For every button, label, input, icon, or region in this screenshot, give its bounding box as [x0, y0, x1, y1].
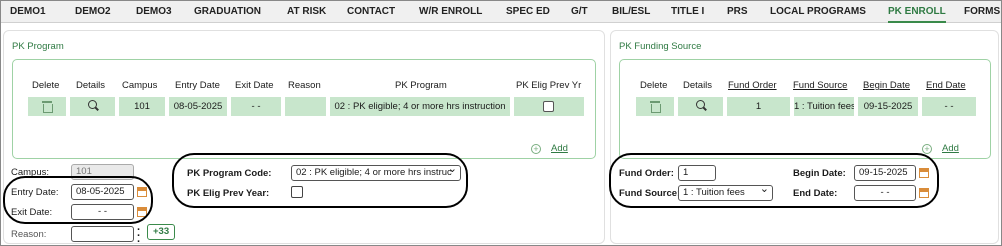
- reason-cell: [285, 97, 326, 116]
- col-fund-order[interactable]: Fund Order: [728, 80, 777, 91]
- tab-demo1[interactable]: DEMO1: [10, 1, 46, 23]
- more-options-icon[interactable]: · · ·: [137, 225, 141, 246]
- reason-label: Reason:: [11, 229, 47, 240]
- tab-gt[interactable]: G/T: [571, 1, 588, 23]
- add-program-link[interactable]: Add: [551, 143, 568, 154]
- col-begin-date[interactable]: Begin Date: [863, 80, 910, 91]
- col-pk-program: PK Program: [395, 80, 447, 91]
- tab-spec-ed[interactable]: SPEC ED: [506, 1, 550, 23]
- col-reason: Reason: [288, 80, 321, 91]
- add-circle-icon[interactable]: +: [531, 144, 541, 154]
- tab-graduation[interactable]: GRADUATION: [194, 1, 261, 23]
- tab-demo2[interactable]: DEMO2: [75, 1, 111, 23]
- col-details: Details: [683, 80, 713, 91]
- col-entry-date: Entry Date: [175, 80, 220, 91]
- reason-more-badge[interactable]: +33: [147, 224, 176, 240]
- tab-prs[interactable]: PRS: [727, 1, 748, 23]
- pk-program-grid: Delete Details Campus Entry Date Exit Da…: [12, 59, 596, 159]
- tab-local-programs[interactable]: LOCAL PROGRAMS: [770, 1, 866, 23]
- begin-date-cell: 09-15-2025: [858, 97, 918, 116]
- tab-bar: DEMO1 DEMO2 DEMO3 GRADUATION AT RISK CON…: [1, 1, 1001, 23]
- fund-order-cell: 1: [727, 97, 790, 116]
- col-details: Details: [76, 80, 106, 91]
- pk-elig-prev-yr-cell: [514, 97, 584, 116]
- campus-cell: 101: [119, 97, 165, 116]
- col-campus: Campus: [122, 80, 158, 91]
- tab-bil-esl[interactable]: BIL/ESL: [612, 1, 650, 23]
- magnifier-icon[interactable]: [695, 100, 705, 109]
- delete-cell[interactable]: [636, 97, 674, 116]
- col-delete: Delete: [640, 80, 668, 91]
- highlight-oval-program: [172, 153, 468, 208]
- col-end-date[interactable]: End Date: [926, 80, 966, 91]
- highlight-oval-funding: [609, 153, 939, 208]
- details-cell[interactable]: [678, 97, 723, 116]
- tab-at-risk[interactable]: AT RISK: [287, 1, 326, 23]
- tab-forms[interactable]: FORMS: [964, 1, 1000, 23]
- magnifier-icon[interactable]: [87, 100, 97, 109]
- pk-funding-title: PK Funding Source: [619, 41, 702, 52]
- col-delete: Delete: [32, 80, 60, 91]
- tab-title-i[interactable]: TITLE I: [671, 1, 704, 23]
- tab-wr-enroll[interactable]: W/R ENROLL: [419, 1, 482, 23]
- exit-date-cell: - -: [231, 97, 281, 116]
- highlight-oval-dates: [3, 176, 153, 224]
- add-circle-icon[interactable]: +: [922, 144, 932, 154]
- trash-icon[interactable]: [42, 101, 53, 113]
- tab-contact[interactable]: CONTACT: [347, 1, 395, 23]
- tab-demo3[interactable]: DEMO3: [136, 1, 172, 23]
- pk-elig-prev-yr-checkbox[interactable]: [543, 101, 554, 112]
- trash-icon[interactable]: [650, 101, 661, 113]
- entry-date-cell: 08-05-2025: [169, 97, 227, 116]
- end-date-cell: - -: [922, 97, 976, 116]
- pk-funding-panel: PK Funding Source Delete Details Fund Or…: [610, 30, 999, 244]
- pk-program-title: PK Program: [12, 41, 64, 52]
- details-cell[interactable]: [70, 97, 115, 116]
- reason-field[interactable]: [71, 226, 134, 242]
- col-fund-source[interactable]: Fund Source: [793, 80, 847, 91]
- add-funding-link[interactable]: Add: [942, 143, 959, 154]
- pk-program-cell: 02 : PK eligible; 4 or more hrs instruct…: [330, 97, 510, 116]
- fund-source-cell: 1 : Tuition fees: [794, 97, 854, 116]
- col-exit-date: Exit Date: [235, 80, 274, 91]
- tab-pk-enroll[interactable]: PK ENROLL: [888, 1, 946, 23]
- delete-cell[interactable]: [28, 97, 66, 116]
- pk-funding-grid: Delete Details Fund Order Fund Source Be…: [619, 59, 991, 159]
- col-pk-elig-prev-yr: PK Elig Prev Yr: [516, 80, 582, 91]
